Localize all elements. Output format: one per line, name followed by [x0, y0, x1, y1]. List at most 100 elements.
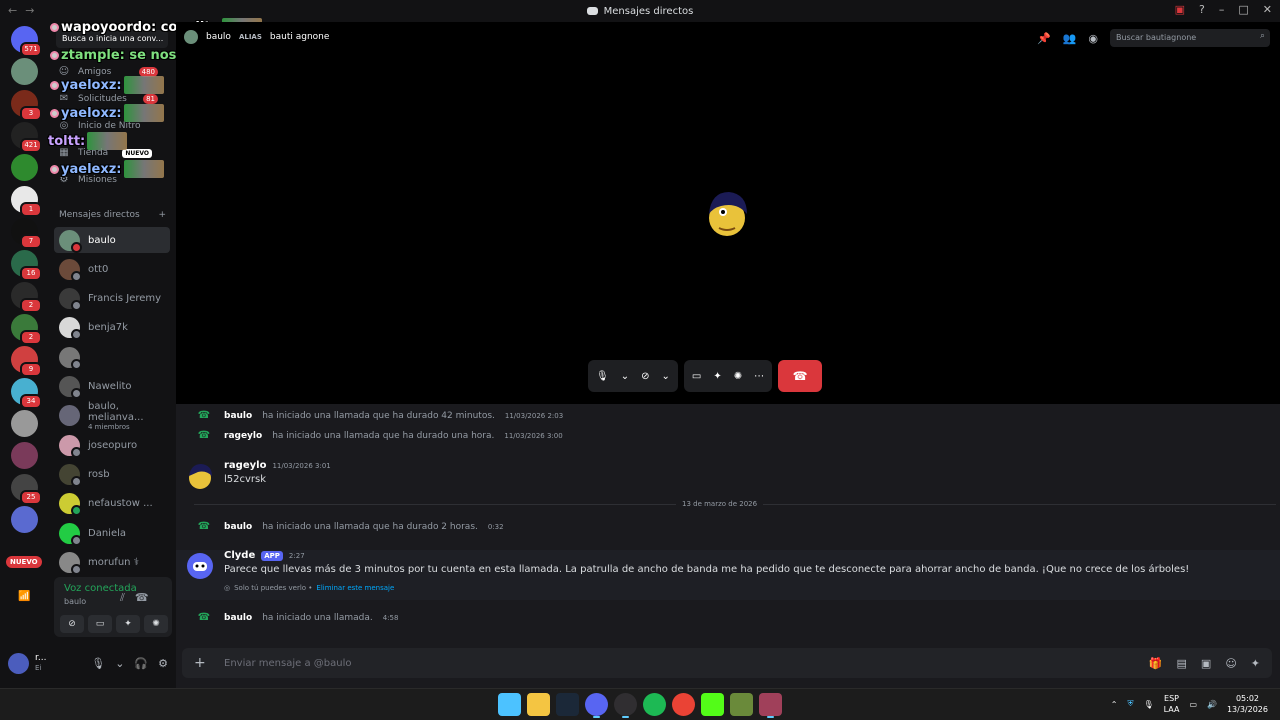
add-dm-icon[interactable]: +: [158, 210, 166, 220]
server-list: 571 3 421 1 7 16 2 2 9 34 25: [0, 22, 48, 688]
call-user-name[interactable]: baulo: [206, 32, 231, 42]
steam-icon[interactable]: [556, 693, 579, 716]
back-forward-icon[interactable]: ←→: [8, 4, 42, 17]
obs-icon[interactable]: [614, 693, 637, 718]
dm-item[interactable]: nefaustow ...: [54, 491, 170, 517]
chevron-up-icon[interactable]: ⌃: [1111, 700, 1118, 709]
mention-badge: 571: [20, 42, 42, 57]
soundboard-icon[interactable]: ✺: [734, 371, 742, 382]
noise-suppression-icon[interactable]: ⫽: [120, 591, 125, 605]
delete-message-link[interactable]: Eliminar este mensaje: [316, 584, 394, 592]
dm-item[interactable]: benja7k: [54, 315, 170, 341]
call-participant-avatar[interactable]: [703, 188, 751, 240]
spotify-icon[interactable]: [643, 693, 666, 716]
kick-icon[interactable]: [701, 693, 724, 716]
settings-gear-icon[interactable]: ⚙: [158, 657, 168, 670]
chevron-down-icon[interactable]: ⌄: [621, 371, 629, 382]
clock[interactable]: 05:02 13/3/2026: [1227, 693, 1268, 715]
dm-item[interactable]: baulo: [54, 227, 170, 253]
server-icon[interactable]: [11, 506, 38, 533]
server-icon[interactable]: 2: [11, 314, 42, 345]
clyde-avatar[interactable]: [186, 552, 214, 580]
camera-off-button[interactable]: ⊘: [60, 615, 84, 633]
server-icon[interactable]: 34: [11, 378, 42, 409]
game-icon[interactable]: [730, 693, 753, 716]
add-friends-icon[interactable]: 👥: [1063, 32, 1077, 45]
chevron-down-icon[interactable]: ⌄: [661, 371, 669, 382]
server-icon[interactable]: 421: [11, 122, 42, 153]
screen-share-button[interactable]: ▭: [88, 615, 112, 633]
apps-icon[interactable]: ✦: [1251, 657, 1260, 670]
dm-item[interactable]: ott0: [54, 256, 170, 282]
server-icon[interactable]: 2: [11, 282, 42, 313]
avatar: [59, 434, 82, 458]
status-indicator: [71, 300, 82, 312]
microphone-icon[interactable]: 🎙: [596, 371, 609, 382]
app-icon[interactable]: [759, 693, 782, 718]
close-button[interactable]: ✕: [1263, 3, 1272, 16]
file-explorer-icon[interactable]: [527, 693, 550, 716]
minimize-button[interactable]: –: [1219, 3, 1225, 16]
signal-icon[interactable]: 📶: [18, 591, 30, 602]
emoji-icon[interactable]: ☺: [1225, 657, 1236, 670]
attach-plus-icon[interactable]: +: [194, 655, 208, 671]
server-icon[interactable]: 25: [11, 474, 42, 505]
chevron-down-icon[interactable]: ⌄: [115, 657, 124, 670]
soundboard-button[interactable]: ✺: [144, 615, 168, 633]
language-indicator[interactable]: ESP LAA: [1164, 693, 1180, 715]
screen-share-icon[interactable]: ▭: [692, 371, 701, 382]
volume-icon[interactable]: 🔊: [1207, 700, 1217, 709]
server-icon[interactable]: 9: [11, 346, 42, 377]
search-input[interactable]: Buscar bautiagnone ⌕: [1110, 29, 1270, 47]
dm-text: Francis Jeremy: [88, 293, 161, 304]
server-icon[interactable]: [11, 442, 38, 469]
defender-icon[interactable]: ⛨: [1127, 699, 1133, 709]
avatar[interactable]: [8, 652, 29, 674]
discord-icon[interactable]: [585, 693, 608, 718]
dm-item[interactable]: joseopuro: [54, 432, 170, 458]
dm-name: joseopuro: [88, 439, 138, 451]
server-icon[interactable]: [11, 154, 38, 181]
dm-item[interactable]: Francis Jeremy: [54, 286, 170, 312]
chrome-icon[interactable]: [672, 693, 695, 716]
camera-off-icon[interactable]: ⊘: [641, 371, 649, 382]
message-input[interactable]: Enviar mensaje a @baulo: [224, 658, 351, 669]
server-icon[interactable]: 7: [11, 218, 42, 249]
server-icon[interactable]: [11, 410, 38, 437]
network-icon[interactable]: ▭: [1189, 700, 1197, 709]
overlay-emote-image: [123, 76, 164, 94]
start-icon[interactable]: [498, 693, 521, 716]
microphone-icon[interactable]: 🎙: [1143, 700, 1153, 709]
headphones-icon[interactable]: 🎧: [134, 657, 148, 670]
search-icon: ⌕: [1259, 31, 1265, 41]
dm-item[interactable]: [54, 344, 170, 370]
server-icon[interactable]: 16: [11, 250, 42, 281]
sticker-icon[interactable]: ▣: [1201, 657, 1211, 670]
disconnect-icon[interactable]: ☎: [135, 591, 149, 605]
profile-icon[interactable]: ◉: [1088, 32, 1098, 45]
server-icon[interactable]: [11, 58, 38, 85]
dm-item[interactable]: rosb: [54, 461, 170, 487]
avatar: [59, 493, 82, 517]
voice-channel[interactable]: baulo: [64, 597, 86, 606]
microphone-icon[interactable]: 🎙: [91, 657, 105, 670]
help-icon[interactable]: ?: [1199, 3, 1205, 16]
dm-item[interactable]: morufun ⚕: [54, 549, 170, 575]
maximize-button[interactable]: □: [1238, 3, 1248, 16]
activities-button[interactable]: ✦: [116, 615, 140, 633]
dm-item[interactable]: Daniela: [54, 520, 170, 546]
avatar[interactable]: [186, 462, 214, 490]
gif-icon[interactable]: ▤: [1177, 657, 1187, 670]
dm-item[interactable]: baulo, melianva... 4 miembros: [54, 401, 170, 431]
dm-item[interactable]: Nawelito: [54, 374, 170, 400]
server-icon[interactable]: 571: [11, 26, 42, 57]
more-options-icon[interactable]: ⋯: [754, 371, 764, 382]
activities-icon[interactable]: ✦: [713, 371, 721, 382]
pin-icon[interactable]: 📌: [1037, 32, 1051, 45]
gift-icon[interactable]: 🎁: [1149, 657, 1163, 670]
hang-up-button[interactable]: ☎: [778, 360, 823, 392]
inbox-icon[interactable]: ▣: [1175, 3, 1185, 16]
server-icon[interactable]: 1: [11, 186, 42, 217]
server-icon[interactable]: 3: [11, 90, 42, 121]
mention-badge: 9: [20, 362, 42, 377]
